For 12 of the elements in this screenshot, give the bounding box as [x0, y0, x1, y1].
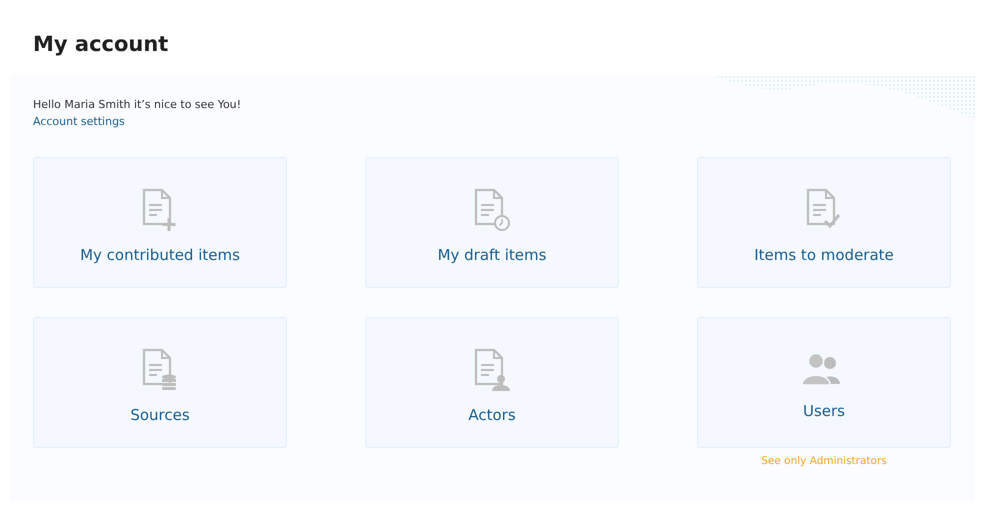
menu-card[interactable]: Actors — [365, 317, 619, 448]
menu-card[interactable]: Items to moderate — [697, 157, 951, 288]
document-clock-icon — [472, 188, 512, 232]
page-title: My account — [33, 32, 170, 56]
menu-card[interactable]: My draft items — [365, 157, 619, 288]
menu-card[interactable]: Sources — [33, 317, 287, 448]
menu-card[interactable]: Users — [697, 317, 951, 448]
document-person-icon — [472, 348, 512, 392]
greeting-text: Hello Maria Smith it’s nice to see You! — [33, 98, 242, 111]
menu-card[interactable]: My contributed items — [33, 157, 287, 288]
account-settings-link[interactable]: Account settings — [33, 115, 125, 128]
admin-note: See only Administrators — [761, 455, 887, 467]
